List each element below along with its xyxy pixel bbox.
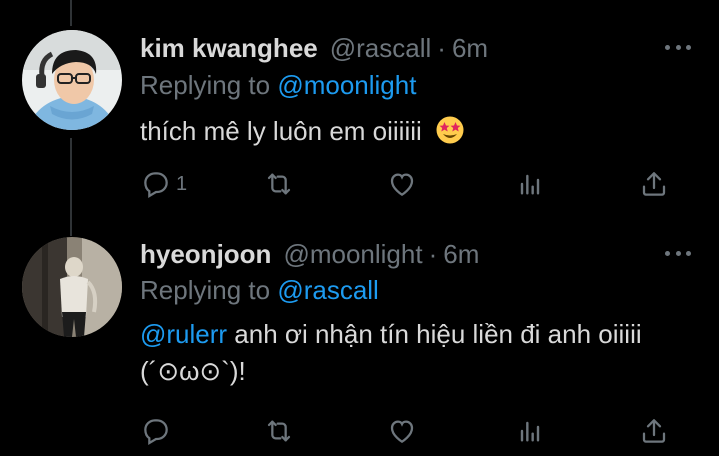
replying-to-mention[interactable]: @moonlight: [277, 70, 416, 100]
retweet-button[interactable]: [263, 413, 299, 449]
retweet-icon: [267, 420, 291, 442]
avatar-photo: [22, 30, 122, 130]
replying-to-label: Replying to: [140, 275, 271, 305]
replying-to-label: Replying to: [140, 70, 271, 100]
tweet-header: kim kwanghee @rascall · 6m: [140, 33, 488, 65]
star-struck-emoji: [436, 116, 464, 144]
replying-to: Replying to @moonlight: [140, 70, 416, 101]
heart-icon: [390, 173, 414, 196]
reply-icon: [144, 419, 168, 446]
share-button[interactable]: [638, 413, 670, 449]
tweet-actions: [0, 413, 719, 449]
share-icon: [642, 419, 666, 443]
reply-button[interactable]: 1: [140, 166, 187, 202]
analytics-icon: [520, 421, 540, 442]
share-icon: [642, 172, 666, 196]
timestamp[interactable]: 6m: [443, 239, 479, 270]
retweet-button[interactable]: [263, 166, 299, 202]
timestamp[interactable]: 6m: [452, 33, 488, 64]
replying-to-mention[interactable]: @rascall: [277, 275, 379, 305]
like-button[interactable]: [386, 413, 422, 449]
analytics-button[interactable]: [514, 413, 546, 449]
analytics-button[interactable]: [514, 166, 546, 202]
reply-count: 1: [176, 172, 188, 195]
tweet[interactable]: hyeonjoon @moonlight · 6m Replying to @r…: [0, 215, 719, 456]
user-handle[interactable]: @rascall: [330, 33, 432, 64]
tweet-text: thích mê ly luôn em oiiiiii: [140, 113, 680, 150]
like-button[interactable]: [386, 166, 422, 202]
replying-to: Replying to @rascall: [140, 275, 379, 306]
separator-dot: ·: [437, 33, 446, 63]
reply-icon: [144, 172, 168, 199]
user-mention[interactable]: @rulerr: [140, 319, 227, 349]
user-handle[interactable]: @moonlight: [283, 239, 422, 270]
more-options-icon[interactable]: [665, 42, 691, 52]
tweet-actions: 1: [0, 166, 719, 202]
tweet-text: @rulerr anh ơi nhận tín hiệu liền đi anh…: [140, 316, 680, 390]
display-name[interactable]: hyeonjoon: [140, 239, 271, 270]
tweet[interactable]: kim kwanghee @rascall · 6m Replying to @…: [0, 0, 719, 215]
share-button[interactable]: [638, 166, 670, 202]
display-name[interactable]: kim kwanghee: [140, 33, 318, 64]
retweet-icon: [267, 173, 291, 195]
heart-icon: [390, 420, 414, 443]
avatar[interactable]: [22, 30, 122, 130]
more-options-icon[interactable]: [665, 248, 691, 258]
reply-button[interactable]: [140, 413, 176, 449]
tweet-header: hyeonjoon @moonlight · 6m: [140, 239, 479, 271]
avatar-photo: [22, 237, 122, 337]
avatar[interactable]: [22, 237, 122, 337]
tweet-text-content: thích mê ly luôn em oiiiiii: [140, 116, 422, 146]
analytics-icon: [520, 174, 540, 195]
separator-dot: ·: [428, 239, 438, 269]
